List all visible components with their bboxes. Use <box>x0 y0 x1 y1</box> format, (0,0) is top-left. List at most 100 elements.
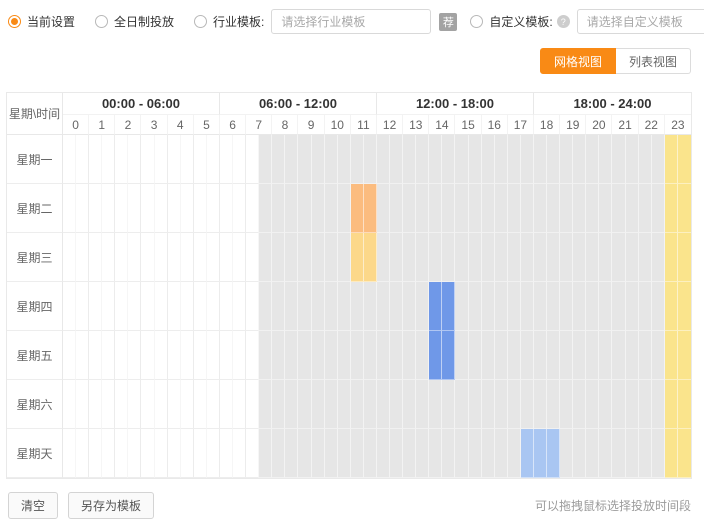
radio-current-settings[interactable]: 当前设置 <box>8 13 75 30</box>
schedule-cell[interactable] <box>442 429 455 478</box>
schedule-cell[interactable] <box>442 380 455 429</box>
schedule-cell[interactable] <box>377 135 390 184</box>
schedule-cell[interactable] <box>573 233 586 282</box>
radio-custom-template[interactable]: 自定义模板: <box>470 13 552 30</box>
schedule-cell[interactable] <box>469 184 482 233</box>
schedule-cell[interactable] <box>272 233 285 282</box>
schedule-cell[interactable] <box>508 135 521 184</box>
clear-button[interactable]: 清空 <box>8 492 58 519</box>
schedule-cell[interactable] <box>181 184 194 233</box>
schedule-cell[interactable] <box>207 282 220 331</box>
schedule-cell[interactable] <box>220 282 233 331</box>
schedule-cell[interactable] <box>586 429 599 478</box>
schedule-cell[interactable] <box>573 282 586 331</box>
schedule-cell[interactable] <box>495 380 508 429</box>
schedule-cell[interactable] <box>194 135 207 184</box>
schedule-cell[interactable] <box>547 135 560 184</box>
radio-industry-template[interactable]: 行业模板: <box>194 13 264 30</box>
schedule-cell[interactable] <box>416 282 429 331</box>
schedule-cell[interactable] <box>246 233 259 282</box>
schedule-cell[interactable] <box>652 429 665 478</box>
schedule-cell[interactable] <box>534 429 547 478</box>
schedule-cell[interactable] <box>678 135 691 184</box>
schedule-cell[interactable] <box>469 282 482 331</box>
schedule-cell[interactable] <box>115 233 128 282</box>
schedule-cell[interactable] <box>612 429 625 478</box>
schedule-cell[interactable] <box>442 184 455 233</box>
schedule-cell[interactable] <box>141 380 154 429</box>
schedule-cell[interactable] <box>272 331 285 380</box>
schedule-cell[interactable] <box>63 429 76 478</box>
schedule-cell[interactable] <box>128 380 141 429</box>
schedule-cell[interactable] <box>678 429 691 478</box>
schedule-cell[interactable] <box>168 135 181 184</box>
schedule-cell[interactable] <box>560 184 573 233</box>
schedule-cell[interactable] <box>508 282 521 331</box>
schedule-cell[interactable] <box>455 135 468 184</box>
schedule-cell[interactable] <box>338 135 351 184</box>
schedule-cell[interactable] <box>155 282 168 331</box>
schedule-cell[interactable] <box>534 331 547 380</box>
schedule-cell[interactable] <box>168 233 181 282</box>
schedule-cell[interactable] <box>469 380 482 429</box>
schedule-cell[interactable] <box>298 331 311 380</box>
schedule-cell[interactable] <box>534 233 547 282</box>
schedule-cell[interactable] <box>155 135 168 184</box>
schedule-cell[interactable] <box>338 331 351 380</box>
schedule-cell[interactable] <box>442 233 455 282</box>
schedule-cell[interactable] <box>390 380 403 429</box>
schedule-cell[interactable] <box>560 429 573 478</box>
schedule-cell[interactable] <box>403 429 416 478</box>
schedule-cell[interactable] <box>652 135 665 184</box>
schedule-cell[interactable] <box>390 429 403 478</box>
schedule-cell[interactable] <box>652 282 665 331</box>
schedule-cell[interactable] <box>364 233 377 282</box>
schedule-cell[interactable] <box>364 184 377 233</box>
schedule-cell[interactable] <box>325 233 338 282</box>
schedule-cell[interactable] <box>141 184 154 233</box>
schedule-cell[interactable] <box>455 380 468 429</box>
schedule-cell[interactable] <box>508 331 521 380</box>
schedule-cell[interactable] <box>63 282 76 331</box>
industry-template-input[interactable] <box>271 9 431 34</box>
schedule-cell[interactable] <box>429 380 442 429</box>
schedule-cell[interactable] <box>207 429 220 478</box>
custom-template-input[interactable] <box>577 9 704 34</box>
schedule-cell[interactable] <box>665 380 678 429</box>
help-icon[interactable]: ? <box>557 15 570 28</box>
schedule-cell[interactable] <box>338 380 351 429</box>
schedule-cell[interactable] <box>612 282 625 331</box>
schedule-cell[interactable] <box>338 184 351 233</box>
schedule-cell[interactable] <box>141 331 154 380</box>
schedule-cell[interactable] <box>364 135 377 184</box>
schedule-cell[interactable] <box>351 184 364 233</box>
schedule-cell[interactable] <box>246 331 259 380</box>
schedule-cell[interactable] <box>626 282 639 331</box>
schedule-cell[interactable] <box>220 429 233 478</box>
schedule-cell[interactable] <box>482 135 495 184</box>
schedule-cell[interactable] <box>416 233 429 282</box>
schedule-cell[interactable] <box>272 282 285 331</box>
schedule-cell[interactable] <box>429 282 442 331</box>
schedule-cell[interactable] <box>246 135 259 184</box>
schedule-cell[interactable] <box>455 331 468 380</box>
schedule-cell[interactable] <box>351 380 364 429</box>
schedule-cell[interactable] <box>272 380 285 429</box>
schedule-cell[interactable] <box>560 233 573 282</box>
schedule-cell[interactable] <box>639 282 652 331</box>
schedule-cell[interactable] <box>194 429 207 478</box>
schedule-cell[interactable] <box>259 429 272 478</box>
schedule-cell[interactable] <box>181 331 194 380</box>
schedule-cell[interactable] <box>141 135 154 184</box>
schedule-cell[interactable] <box>312 331 325 380</box>
schedule-cell[interactable] <box>586 282 599 331</box>
schedule-cell[interactable] <box>312 184 325 233</box>
schedule-cell[interactable] <box>521 184 534 233</box>
schedule-cell[interactable] <box>285 184 298 233</box>
schedule-cell[interactable] <box>312 282 325 331</box>
schedule-cell[interactable] <box>325 380 338 429</box>
schedule-cell[interactable] <box>573 331 586 380</box>
schedule-cell[interactable] <box>312 380 325 429</box>
schedule-cell[interactable] <box>403 282 416 331</box>
schedule-cell[interactable] <box>168 282 181 331</box>
